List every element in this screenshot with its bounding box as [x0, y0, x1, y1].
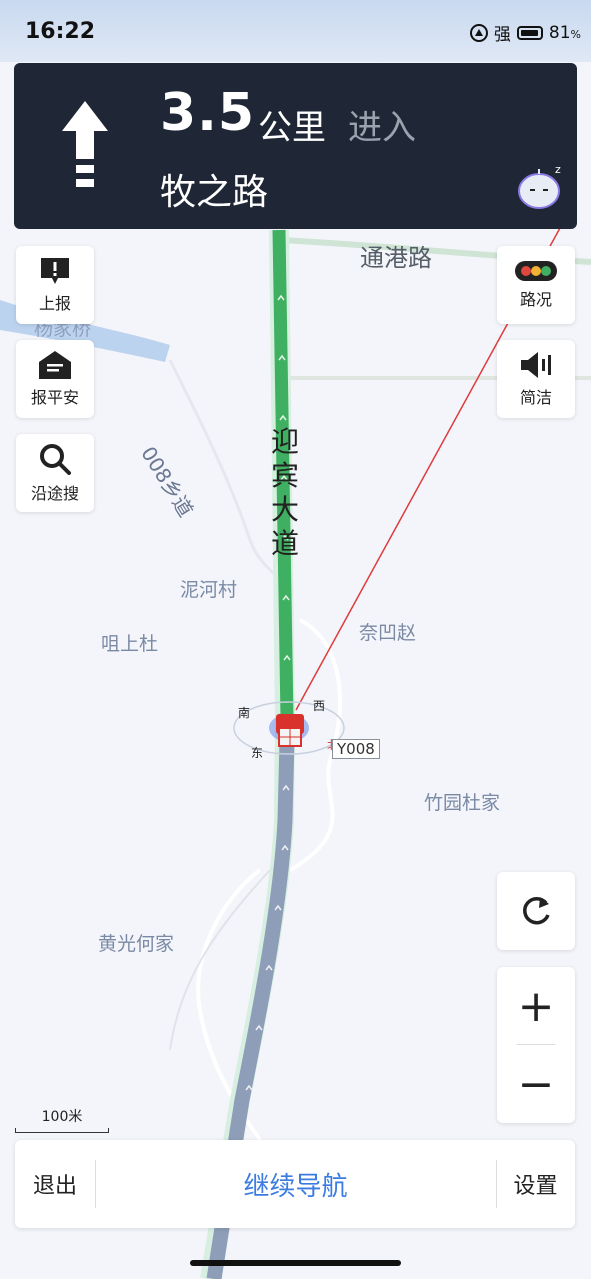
svg-text:z: z	[555, 163, 561, 176]
scale-bar: 100米	[15, 1106, 109, 1133]
distance-unit: 公里	[258, 108, 326, 148]
compass-south: 南	[238, 706, 251, 720]
traffic-light-icon	[515, 261, 557, 281]
safe-button[interactable]: 报平安	[16, 340, 94, 418]
status-time: 16:22	[25, 19, 96, 44]
continue-navigation-button[interactable]: 继续导航	[95, 1140, 496, 1228]
scale-label: 100米	[41, 1109, 83, 1125]
home-indicator[interactable]	[190, 1260, 401, 1266]
vehicle-icon	[276, 714, 304, 747]
zoom-control: + −	[497, 967, 575, 1123]
search-icon	[40, 444, 71, 475]
exit-button[interactable]: 退出	[15, 1140, 95, 1228]
road-badge-y008: Y008	[332, 739, 380, 759]
report-icon	[41, 258, 69, 284]
compass-east: 东	[251, 746, 264, 760]
safe-label: 报平安	[30, 388, 79, 407]
zoom-out-button[interactable]: −	[497, 1045, 575, 1123]
refresh-button[interactable]	[497, 872, 575, 950]
place-label-naiao: 奈凹赵	[359, 622, 417, 644]
maneuver-action: 进入	[348, 108, 416, 148]
status-bar: 16:22 强 81%	[0, 0, 591, 62]
place-label-huangguang: 黄光何家	[98, 933, 175, 955]
battery-icon	[516, 25, 543, 40]
speaker-icon	[521, 352, 551, 378]
battery-level: 81%	[548, 22, 581, 43]
traffic-label: 路况	[519, 290, 552, 309]
navigation-banner[interactable]: 3.5 公里 进入 牧之路 z	[14, 63, 577, 229]
compass-west: 西	[313, 699, 326, 713]
next-road-name: 牧之路	[160, 172, 269, 213]
bottom-bar: 退出 继续导航 设置	[15, 1140, 575, 1228]
place-label-zhuyuan: 竹园杜家	[424, 792, 501, 814]
voice-mode-label: 简洁	[519, 388, 552, 407]
place-label-nihe: 泥河村	[180, 579, 238, 601]
signal-strength: 强	[493, 25, 511, 45]
road-label-yingbin: 迎 宾 大 道	[270, 425, 299, 560]
refresh-icon	[523, 896, 550, 925]
straight-arrow-icon	[62, 101, 108, 187]
envelope-icon	[39, 351, 71, 379]
traffic-button[interactable]: 路况	[497, 246, 575, 324]
report-button[interactable]: 上报	[16, 246, 94, 324]
signal-icon	[469, 23, 488, 42]
search-along-label: 沿途搜	[30, 484, 79, 503]
voice-assistant-icon[interactable]: z	[517, 163, 565, 211]
zoom-in-button[interactable]: +	[497, 967, 575, 1045]
settings-button[interactable]: 设置	[496, 1140, 575, 1228]
distance-value: 3.5	[160, 83, 256, 143]
place-label-jushang: 咀上杜	[101, 633, 159, 655]
voice-mode-button[interactable]: 简洁	[497, 340, 575, 418]
road-label-tonggang: 通港路	[360, 244, 432, 272]
search-along-button[interactable]: 沿途搜	[16, 434, 94, 512]
report-label: 上报	[38, 294, 71, 313]
